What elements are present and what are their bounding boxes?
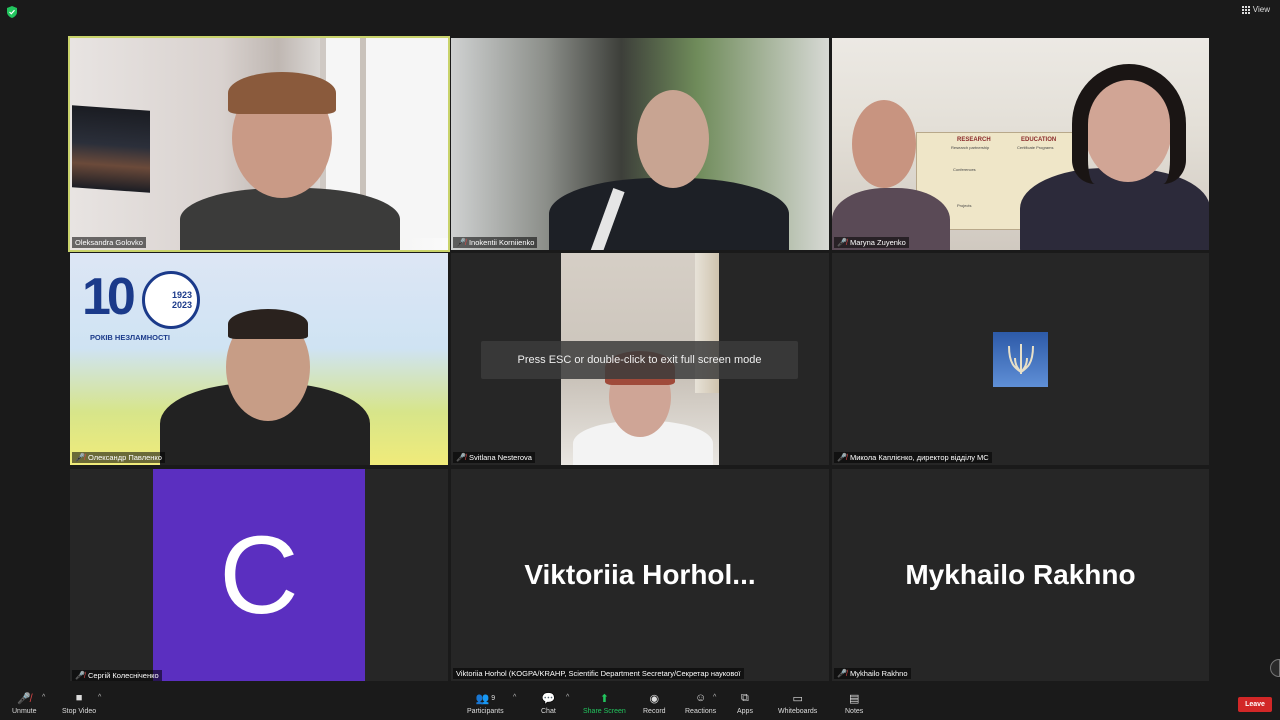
poster-education: EDUCATION <box>1021 137 1057 143</box>
top-bar: View <box>0 0 1280 24</box>
video-tile-2[interactable]: 🎤̸ Inokentii Korniienko <box>451 38 829 250</box>
logo-caption: РОКІВ НЕЗЛАМНОСТІ <box>90 333 170 342</box>
wall-picture <box>72 105 150 193</box>
meeting-toolbar <box>0 686 1280 720</box>
mic-muted-icon: 🎤̸ <box>75 671 85 680</box>
reactions-options-caret[interactable]: ^ <box>713 694 716 701</box>
video-options-caret[interactable]: ^ <box>98 694 101 701</box>
poster-conferences: Conferences <box>953 167 976 172</box>
video-camera-icon: ■ <box>75 692 83 704</box>
whiteboards-button[interactable]: ▭ Whiteboards <box>778 690 818 716</box>
logo-year-start: 1923 <box>171 290 192 300</box>
poster-research-sub: Research partnership <box>951 145 990 150</box>
poster-research: RESEARCH <box>957 137 991 143</box>
name-tag: 🎤̸ Олександр Павленко <box>72 452 165 463</box>
participants-button[interactable]: 👥 9 Participants <box>467 690 504 716</box>
side-panel-toggle[interactable] <box>1270 659 1280 677</box>
reactions-label: Reactions <box>685 708 717 715</box>
avatar-letter: C <box>219 513 299 637</box>
participant-display-name: Viktoriia Horhol... <box>524 559 756 590</box>
apps-label: Apps <box>737 708 753 715</box>
unmute-label: Unmute <box>12 708 37 715</box>
video-tile-6[interactable]: 🎤̸ Микола Каплієнко, директор відділу МС <box>832 253 1209 465</box>
mic-muted-icon: 🎤̸ <box>75 453 85 462</box>
unmute-button[interactable]: 🎤̸ Unmute <box>12 690 37 716</box>
video-tile-1[interactable]: Oleksandra Golovko <box>68 36 450 252</box>
avatar <box>993 332 1048 387</box>
poster-education-sub: Certificate Programs <box>1017 145 1054 150</box>
notes-button[interactable]: ▤ Notes <box>845 690 864 716</box>
name-tag: 🎤̸ Maryna Zuyenko <box>834 237 909 248</box>
mic-muted-icon: 🎤̸ <box>456 238 466 247</box>
mic-muted-icon: 🎤̸ <box>17 692 32 705</box>
whiteboard-icon: ▭ <box>792 692 803 705</box>
share-screen-button[interactable]: ⬆ Share Screen <box>583 690 626 716</box>
share-screen-label: Share Screen <box>583 708 626 715</box>
apps-button[interactable]: ⧉ Apps <box>737 690 753 716</box>
person-body <box>180 188 400 250</box>
chat-button[interactable]: 💬 Chat <box>541 690 556 716</box>
stop-video-label: Stop Video <box>62 708 97 715</box>
record-button[interactable]: ◉ Record <box>643 690 666 716</box>
person-head <box>637 90 709 188</box>
mic-muted-icon: 🎤̸ <box>837 238 847 247</box>
reactions-icon: ☺ <box>694 692 707 704</box>
audio-options-caret[interactable]: ^ <box>42 694 45 701</box>
name-tag: 🎤̸ Svitlana Nesterova <box>453 452 535 463</box>
participants-options-caret[interactable]: ^ <box>513 694 516 701</box>
name-tag: Viktoriia Horhol (KOGPA/KRAHP, Scientifi… <box>453 668 744 679</box>
view-label: View <box>1252 5 1270 14</box>
name-tag: 🎤̸ Сергій Колесніченко <box>72 670 162 681</box>
stop-video-button[interactable]: ■ Stop Video <box>62 690 96 715</box>
grid-icon <box>1241 5 1250 14</box>
trident-icon <box>1007 343 1034 374</box>
fullscreen-toast: Press ESC or double-click to exit full s… <box>481 341 798 379</box>
video-tile-4[interactable]: 10 1923 2023 РОКІВ НЕЗЛАМНОСТІ 🎤̸ Олексан… <box>70 253 448 465</box>
shield-icon[interactable] <box>7 6 17 18</box>
notes-icon: ▤ <box>848 692 860 705</box>
chat-icon: 💬 <box>541 692 556 705</box>
mic-muted-icon: 🎤̸ <box>837 669 847 678</box>
logo-big-number: 10 <box>82 268 136 326</box>
logo-circle: 1923 2023 <box>142 271 200 329</box>
hair <box>228 72 336 114</box>
poster-projects: Projects <box>957 203 972 208</box>
participants-count: 9 <box>491 694 496 702</box>
hair <box>228 309 308 339</box>
fullscreen-toast-text: Press ESC or double-click to exit full s… <box>517 354 762 366</box>
video-tile-8[interactable]: Viktoriia Horhol... Viktoriia Horhol (KO… <box>451 469 829 681</box>
logo-year-end: 2023 <box>171 300 192 310</box>
whiteboards-label: Whiteboards <box>778 708 818 715</box>
participant-display-name: Mykhailo Rakhno <box>905 559 1136 590</box>
reactions-button[interactable]: ☺ Reactions <box>685 690 716 715</box>
participants-label: Participants <box>467 708 504 715</box>
apps-icon: ⧉ <box>741 691 749 704</box>
video-tile-3[interactable]: RESEARCH Research partnership Conference… <box>832 38 1209 250</box>
participants-icon: 👥 9 <box>475 692 496 705</box>
chat-label: Chat <box>541 708 556 715</box>
name-tag: Oleksandra Golovko <box>72 237 146 248</box>
name-tag: 🎤̸ Mykhailo Rakhno <box>834 668 911 679</box>
name-tag: 🎤̸ Микола Каплієнко, директор відділу МС <box>834 452 992 463</box>
share-screen-icon: ⬆ <box>599 692 610 705</box>
video-tile-9[interactable]: Mykhailo Rakhno 🎤̸ Mykhailo Rakhno <box>832 469 1209 681</box>
leave-label: Leave <box>1245 701 1265 708</box>
record-icon: ◉ <box>649 692 660 705</box>
name-tag: 🎤̸ Inokentii Korniienko <box>453 237 538 248</box>
person-body <box>549 178 789 250</box>
hair-right <box>1072 64 1186 184</box>
view-button[interactable]: View <box>1241 5 1270 14</box>
university-logo: 10 1923 2023 РОКІВ НЕЗЛАМНОСТІ <box>82 267 208 347</box>
chat-options-caret[interactable]: ^ <box>566 694 569 701</box>
avatar: C <box>153 469 365 681</box>
mic-muted-icon: 🎤̸ <box>837 453 847 462</box>
person-head-left <box>852 100 916 188</box>
leave-button[interactable]: Leave <box>1238 697 1272 712</box>
mic-muted-icon: 🎤̸ <box>456 453 466 462</box>
record-label: Record <box>643 708 666 715</box>
notes-label: Notes <box>845 708 864 715</box>
